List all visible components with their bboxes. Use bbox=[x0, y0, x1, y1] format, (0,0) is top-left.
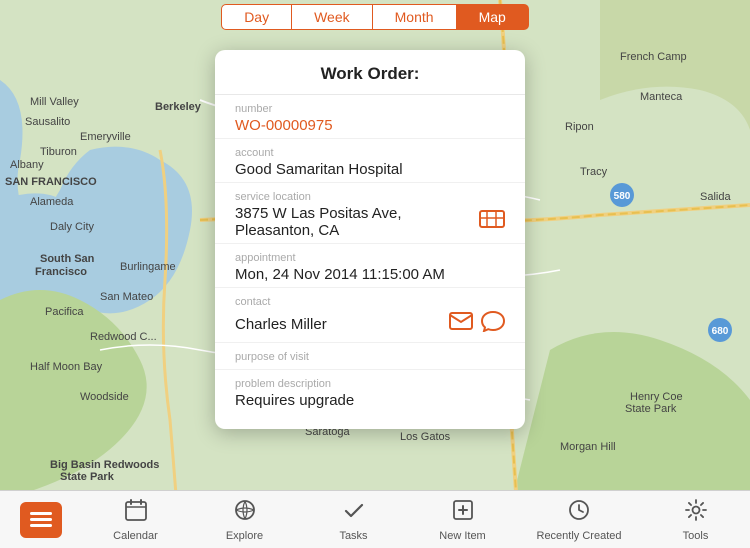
number-label: number bbox=[235, 103, 505, 115]
card-title: Work Order: bbox=[215, 50, 525, 95]
svg-text:Albany: Albany bbox=[10, 159, 44, 171]
nav-label-tools: Tools bbox=[683, 530, 709, 542]
contact-label: contact bbox=[235, 296, 505, 308]
field-number: number WO-00000975 bbox=[215, 95, 525, 139]
field-service-location: service location 3875 W Las Positas Ave,… bbox=[215, 183, 525, 244]
new-item-icon bbox=[451, 498, 475, 527]
svg-text:Pacifica: Pacifica bbox=[45, 306, 84, 318]
field-purpose: purpose of visit bbox=[215, 343, 525, 370]
menu-icon bbox=[30, 512, 52, 528]
nav-label-explore: Explore bbox=[226, 530, 263, 542]
svg-text:Morgan Hill: Morgan Hill bbox=[560, 441, 616, 453]
nav-label-recently-created: Recently Created bbox=[537, 530, 622, 542]
svg-text:Big Basin Redwoods: Big Basin Redwoods bbox=[50, 459, 159, 471]
nav-label-tasks: Tasks bbox=[339, 530, 367, 542]
svg-text:Alameda: Alameda bbox=[30, 196, 74, 208]
globe-icon bbox=[233, 498, 257, 527]
svg-text:Burlingame: Burlingame bbox=[120, 261, 176, 273]
field-problem: problem description Requires upgrade bbox=[215, 370, 525, 413]
calendar-icon bbox=[124, 498, 148, 527]
field-appointment: appointment Mon, 24 Nov 2014 11:15:00 AM bbox=[215, 244, 525, 288]
svg-text:Los Gatos: Los Gatos bbox=[400, 431, 451, 443]
field-account: account Good Samaritan Hospital bbox=[215, 139, 525, 183]
svg-text:Redwood C...: Redwood C... bbox=[90, 331, 157, 343]
problem-label: problem description bbox=[235, 378, 505, 390]
problem-value: Requires upgrade bbox=[235, 392, 505, 409]
svg-text:Berkeley: Berkeley bbox=[155, 101, 202, 113]
account-value: Good Samaritan Hospital bbox=[235, 161, 505, 178]
svg-text:French Camp: French Camp bbox=[620, 51, 687, 63]
svg-text:Emeryville: Emeryville bbox=[80, 131, 131, 143]
svg-text:Woodside: Woodside bbox=[80, 391, 129, 403]
svg-text:Salida: Salida bbox=[700, 191, 731, 203]
top-nav-bar: Day Week Month Map bbox=[0, 0, 750, 34]
svg-text:Mill Valley: Mill Valley bbox=[30, 96, 79, 108]
svg-text:South San: South San bbox=[40, 253, 95, 265]
work-order-card: Work Order: number WO-00000975 account G… bbox=[215, 50, 525, 429]
svg-text:SAN FRANCISCO: SAN FRANCISCO bbox=[5, 176, 97, 188]
nav-item-tasks[interactable]: Tasks bbox=[319, 498, 389, 542]
menu-button[interactable] bbox=[20, 502, 62, 538]
appointment-value: Mon, 24 Nov 2014 11:15:00 AM bbox=[235, 266, 505, 283]
svg-text:State Park: State Park bbox=[625, 403, 677, 415]
nav-item-calendar[interactable]: Calendar bbox=[101, 498, 171, 542]
svg-text:Manteca: Manteca bbox=[640, 91, 683, 103]
field-contact: contact Charles Miller bbox=[215, 288, 525, 343]
appointment-label: appointment bbox=[235, 252, 505, 264]
tab-map[interactable]: Map bbox=[457, 4, 529, 30]
bottom-nav-bar: Calendar Explore Tasks bbox=[0, 490, 750, 548]
gear-icon bbox=[684, 498, 708, 527]
nav-item-new-item[interactable]: New Item bbox=[428, 498, 498, 542]
account-label: account bbox=[235, 147, 505, 159]
nav-label-new-item: New Item bbox=[439, 530, 485, 542]
nav-label-calendar: Calendar bbox=[113, 530, 158, 542]
contact-value: Charles Miller bbox=[235, 316, 327, 333]
svg-text:San Mateo: San Mateo bbox=[100, 291, 153, 303]
svg-text:Tracy: Tracy bbox=[580, 166, 608, 178]
svg-text:Daly City: Daly City bbox=[50, 221, 95, 233]
service-location-value: 3875 W Las Positas Ave, Pleasanton, CA bbox=[235, 205, 479, 239]
service-location-label: service location bbox=[235, 191, 505, 203]
tab-month[interactable]: Month bbox=[373, 4, 457, 30]
chat-icon[interactable] bbox=[481, 310, 505, 338]
check-icon bbox=[342, 498, 366, 527]
svg-text:Tiburon: Tiburon bbox=[40, 146, 77, 158]
svg-text:680: 680 bbox=[712, 326, 729, 337]
svg-text:Half Moon Bay: Half Moon Bay bbox=[30, 361, 103, 373]
nav-item-tools[interactable]: Tools bbox=[661, 498, 731, 542]
svg-text:580: 580 bbox=[614, 191, 631, 202]
tab-week[interactable]: Week bbox=[292, 4, 373, 30]
svg-text:Francisco: Francisco bbox=[35, 266, 87, 278]
number-value: WO-00000975 bbox=[235, 117, 505, 134]
nav-item-explore[interactable]: Explore bbox=[210, 498, 280, 542]
map-pin-icon[interactable] bbox=[479, 208, 505, 236]
svg-text:Ripon: Ripon bbox=[565, 121, 594, 133]
nav-item-recently-created[interactable]: Recently Created bbox=[537, 498, 622, 542]
tab-day[interactable]: Day bbox=[221, 4, 292, 30]
clock-icon bbox=[567, 498, 591, 527]
svg-text:Sausalito: Sausalito bbox=[25, 116, 70, 128]
email-icon[interactable] bbox=[449, 312, 473, 336]
purpose-label: purpose of visit bbox=[235, 351, 505, 363]
svg-text:State Park: State Park bbox=[60, 471, 115, 483]
svg-text:Henry Coe: Henry Coe bbox=[630, 391, 683, 403]
